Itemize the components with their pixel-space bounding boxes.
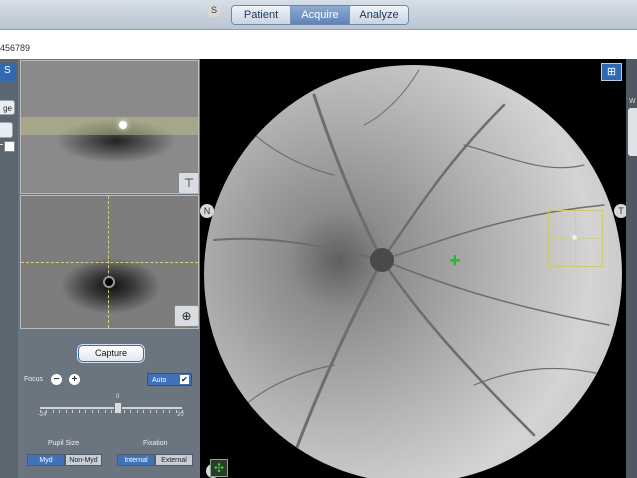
- left-panel-tab[interactable]: S: [0, 63, 16, 81]
- tab-acquire[interactable]: Acquire: [291, 6, 350, 24]
- fovea-marker: [572, 235, 577, 240]
- alignment-band: [21, 117, 198, 135]
- focus-slider-tick: [156, 410, 158, 413]
- focus-value: 0: [116, 394, 120, 400]
- tilt-icon[interactable]: ⊤: [178, 172, 198, 193]
- auto-focus-checkbox[interactable]: ✔: [180, 375, 189, 384]
- tab-analyze[interactable]: Analyze: [350, 6, 408, 24]
- focus-slider-tick: [72, 410, 74, 413]
- focus-slider-tick: [143, 410, 145, 413]
- top-toolbar: Patient Acquire Analyze: [0, 0, 637, 30]
- focus-slider-tick: [85, 410, 87, 413]
- anterior-camera-view-bottom: ⊕: [20, 195, 199, 329]
- crosshair-vertical: [108, 196, 109, 328]
- focus-slider-tick: [65, 410, 67, 413]
- center-marker-icon: +: [449, 250, 461, 272]
- focus-slider-tick: [111, 410, 112, 413]
- pupil-myd-button[interactable]: Myd: [27, 454, 65, 466]
- left-panel-checkbox[interactable]: [4, 141, 15, 152]
- fundus-image: [204, 65, 622, 478]
- focus-slider-tick: [98, 410, 100, 413]
- focus-slider-tick: [123, 410, 125, 413]
- focus-minus-button[interactable]: −: [51, 374, 62, 385]
- patient-id: 456789: [0, 43, 31, 53]
- fixation-external-button[interactable]: External: [155, 454, 193, 466]
- left-panel-small-button[interactable]: [0, 122, 13, 138]
- fixation-target-box[interactable]: [548, 210, 603, 267]
- focus-slider-tick: [162, 410, 164, 413]
- auto-focus-label: Auto: [152, 377, 167, 384]
- focus-slider-tick: [136, 410, 138, 413]
- focus-slider-tick: [52, 410, 54, 413]
- focus-slider[interactable]: [40, 400, 183, 416]
- focus-slider-tick: [104, 410, 106, 413]
- focus-min-label: -24: [38, 412, 47, 418]
- retinal-vessels: [213, 69, 610, 457]
- focus-slider-tick: [59, 410, 61, 413]
- focus-slider-track: [40, 407, 182, 409]
- left-panel-tab-label: S: [4, 65, 11, 76]
- auto-focus-toggle[interactable]: Auto ✔: [147, 373, 192, 386]
- focus-slider-tick: [91, 410, 93, 413]
- fullscreen-grid-icon[interactable]: ⊞: [601, 63, 622, 81]
- crosshair-horizontal: [21, 262, 198, 263]
- fixation-label: Fixation: [143, 440, 168, 447]
- focus-plus-button[interactable]: +: [69, 374, 80, 385]
- left-panel-divider: [0, 144, 3, 145]
- anterior-camera-view-top: ⊤: [20, 60, 199, 194]
- patient-strip: 456789: [0, 30, 637, 59]
- fixation-internal-button[interactable]: Internal: [117, 454, 155, 466]
- fundus-viewer[interactable]: [200, 59, 626, 478]
- pupil-marker: [103, 276, 115, 288]
- pupil-nonmyd-button[interactable]: Non-Myd: [65, 454, 102, 466]
- corneal-reflex: [119, 121, 127, 129]
- pupil-size-label: Pupil Size: [48, 440, 80, 447]
- focus-slider-tick: [117, 410, 119, 413]
- focus-slider-tick: [78, 410, 80, 413]
- focus-slider-tick: [130, 410, 132, 413]
- align-target-icon[interactable]: ✣: [210, 459, 228, 477]
- capture-button[interactable]: Capture: [78, 345, 144, 362]
- orientation-nasal: N: [200, 204, 214, 218]
- focus-slider-tick: [169, 410, 171, 413]
- focus-slider-tick: [149, 410, 151, 413]
- focus-max-label: 20: [177, 412, 184, 418]
- tab-patient[interactable]: Patient: [232, 6, 291, 24]
- orientation-superior: S: [207, 3, 221, 17]
- left-panel-button[interactable]: ge: [0, 100, 15, 115]
- focus-label: Focus: [24, 376, 44, 383]
- mode-tabs: Patient Acquire Analyze: [231, 5, 409, 25]
- right-panel-widget[interactable]: [628, 108, 637, 156]
- head-position-icon[interactable]: ⊕: [174, 305, 198, 327]
- right-panel-label: W: [629, 98, 636, 105]
- left-side-panel: S ge: [0, 59, 18, 478]
